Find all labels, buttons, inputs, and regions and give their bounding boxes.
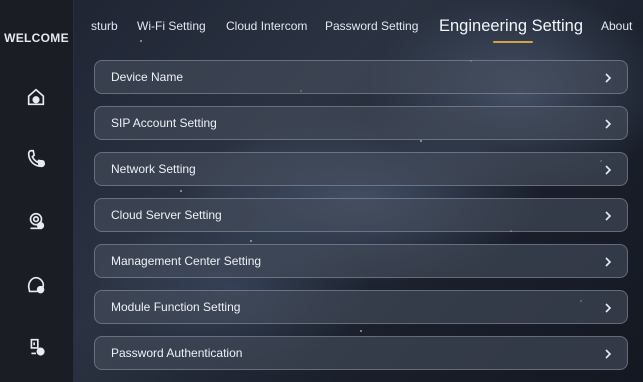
menu-item-label: Network Setting	[111, 162, 196, 176]
top-tab-bar: sturb Wi-Fi Setting Cloud Intercom Passw…	[73, 0, 643, 52]
settings-icon[interactable]	[23, 334, 49, 360]
menu-item-label: Management Center Setting	[111, 254, 262, 268]
menu-item-network-setting[interactable]: Network Setting	[94, 152, 628, 186]
menu-item-label: Device Name	[111, 70, 184, 84]
chevron-right-icon	[601, 346, 615, 360]
chevron-right-icon	[601, 116, 615, 130]
menu-item-device-name[interactable]: Device Name	[94, 60, 628, 94]
menu-item-password-authentication[interactable]: Password Authentication	[94, 336, 628, 370]
tab-about[interactable]: About	[601, 0, 632, 52]
sidebar: WELCOME	[0, 0, 74, 382]
menu-item-module-function-setting[interactable]: Module Function Setting	[94, 290, 628, 324]
tab-cloud-intercom[interactable]: Cloud Intercom	[226, 0, 307, 52]
chevron-right-icon	[601, 162, 615, 176]
message-icon[interactable]	[23, 272, 49, 298]
menu-item-label: Module Function Setting	[111, 300, 241, 314]
tab-password-setting[interactable]: Password Setting	[325, 0, 418, 52]
chevron-right-icon	[601, 70, 615, 84]
home-icon[interactable]	[23, 84, 49, 110]
menu-item-management-center-setting[interactable]: Management Center Setting	[94, 244, 628, 278]
menu-item-label: Password Authentication	[111, 346, 243, 360]
chevron-right-icon	[601, 254, 615, 268]
tab-sturb[interactable]: sturb	[91, 0, 118, 52]
menu-item-sip-account-setting[interactable]: SIP Account Setting	[94, 106, 628, 140]
welcome-label: WELCOME	[4, 30, 69, 45]
chevron-right-icon	[601, 208, 615, 222]
chevron-right-icon	[601, 300, 615, 314]
tab-wifi-setting[interactable]: Wi-Fi Setting	[137, 0, 206, 52]
menu-item-label: SIP Account Setting	[111, 116, 217, 130]
phone-icon[interactable]	[23, 146, 49, 172]
menu-item-cloud-server-setting[interactable]: Cloud Server Setting	[94, 198, 628, 232]
tab-engineering-setting[interactable]: Engineering Setting	[439, 0, 583, 52]
camera-icon[interactable]	[23, 208, 49, 234]
menu-item-label: Cloud Server Setting	[111, 208, 222, 222]
active-tab-indicator	[493, 41, 533, 43]
